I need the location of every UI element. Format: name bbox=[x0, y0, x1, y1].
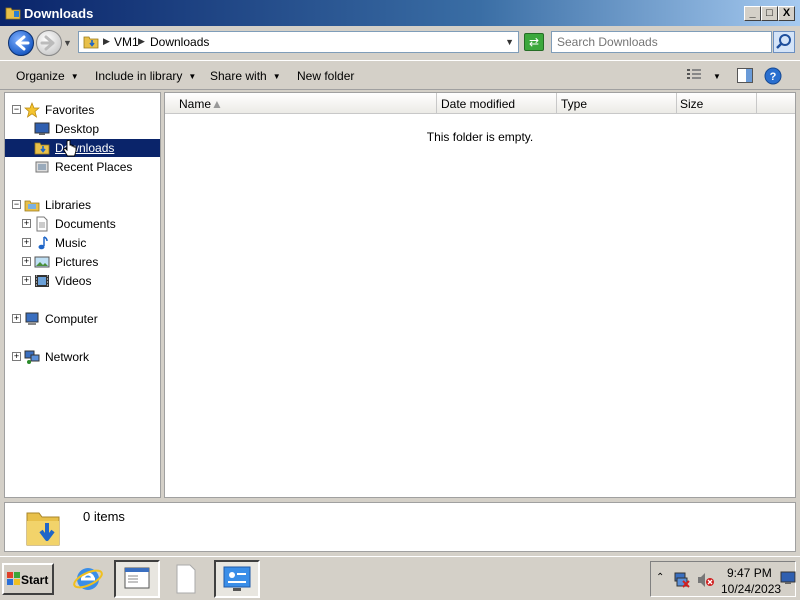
forward-arrow-icon bbox=[40, 35, 55, 51]
notepad-taskbar-button[interactable] bbox=[164, 560, 210, 598]
column-header-date-modified[interactable]: Date modified bbox=[437, 93, 557, 114]
maximize-button[interactable]: □ bbox=[761, 6, 778, 21]
documents-icon bbox=[36, 216, 48, 232]
empty-folder-message: This folder is empty. bbox=[426, 130, 534, 144]
expand-icon[interactable]: + bbox=[22, 257, 31, 266]
recent-places-icon bbox=[35, 161, 49, 173]
star-icon bbox=[24, 102, 40, 118]
include-in-library-button[interactable]: Include in library ▼ bbox=[95, 69, 196, 83]
view-options-dropdown-icon[interactable]: ▼ bbox=[713, 72, 721, 81]
clock-date[interactable]: 10/24/2023 bbox=[721, 582, 781, 596]
breadcrumb-separator-icon[interactable]: ▶ bbox=[103, 36, 110, 47]
change-view-icon[interactable] bbox=[686, 68, 702, 82]
address-row: ▼ ▶ VM1 ▶ Downloads ▼ ⇄ bbox=[0, 26, 800, 60]
volume-muted-icon[interactable] bbox=[697, 572, 715, 588]
sort-arrow-icon: ▲ bbox=[211, 97, 223, 111]
new-folder-button[interactable]: New folder bbox=[297, 69, 354, 83]
share-with-button[interactable]: Share with ▼ bbox=[210, 69, 281, 83]
desktop-icon bbox=[34, 122, 50, 135]
navigation-pane: − Favorites Desktop Downloads Recent Pla… bbox=[4, 92, 161, 498]
network-icon bbox=[24, 350, 40, 364]
system-tray: ⌃ 9:47 PM 10/24/2023 bbox=[650, 561, 796, 597]
tree-item-pictures[interactable]: + Pictures bbox=[5, 253, 160, 271]
videos-icon bbox=[35, 275, 49, 287]
internet-explorer-taskbar-button[interactable] bbox=[66, 560, 112, 598]
downloads-folder-icon bbox=[83, 36, 99, 49]
tree-item-desktop[interactable]: Desktop bbox=[5, 120, 160, 138]
recent-pages-dropdown-icon[interactable]: ▼ bbox=[63, 38, 72, 48]
hand-cursor-icon bbox=[62, 140, 77, 157]
svg-text:?: ? bbox=[770, 71, 777, 83]
windows-logo-icon bbox=[7, 572, 20, 585]
taskbar: Start ⌃ 9:47 PM 10/24/2023 bbox=[0, 556, 800, 600]
blank-document-icon bbox=[176, 564, 196, 594]
show-desktop-icon[interactable] bbox=[780, 571, 796, 585]
column-header-size[interactable]: Size bbox=[677, 93, 757, 114]
search-input[interactable] bbox=[557, 33, 767, 51]
expand-icon[interactable]: + bbox=[12, 314, 21, 323]
title-bar: Downloads _ □ X bbox=[0, 0, 800, 26]
address-history-dropdown-icon[interactable]: ▼ bbox=[505, 37, 514, 47]
search-icon bbox=[776, 34, 791, 49]
downloads-folder-icon bbox=[34, 142, 50, 155]
organize-button[interactable]: Organize ▼ bbox=[16, 69, 79, 83]
collapse-icon[interactable]: − bbox=[12, 105, 21, 114]
expand-icon[interactable]: + bbox=[22, 219, 31, 228]
file-list[interactable]: Name ▲ Date modified Type Size This fold… bbox=[164, 92, 796, 498]
control-panel-icon bbox=[223, 566, 251, 591]
back-button[interactable] bbox=[8, 30, 34, 56]
command-bar: Organize ▼ Include in library ▼ Share with… bbox=[0, 60, 800, 90]
preview-pane-icon[interactable] bbox=[737, 68, 753, 83]
close-button[interactable]: X bbox=[778, 6, 795, 21]
forward-button[interactable] bbox=[36, 30, 62, 56]
search-button[interactable] bbox=[773, 31, 795, 53]
control-panel-taskbar-button[interactable] bbox=[214, 560, 260, 598]
help-icon[interactable]: ? bbox=[764, 67, 782, 85]
breadcrumb-vm1[interactable]: VM1 bbox=[114, 35, 139, 49]
window-title: Downloads bbox=[24, 6, 94, 21]
details-pane: 0 items bbox=[4, 502, 796, 552]
address-bar[interactable]: ▶ VM1 ▶ Downloads ▼ bbox=[78, 31, 519, 53]
explorer-window-icon bbox=[124, 567, 150, 589]
collapse-icon[interactable]: − bbox=[12, 200, 21, 209]
tree-item-recent-places[interactable]: Recent Places bbox=[5, 158, 160, 176]
pictures-icon bbox=[34, 256, 50, 268]
explorer-taskbar-button[interactable] bbox=[114, 560, 160, 598]
libraries-icon bbox=[24, 200, 40, 212]
tree-item-favorites[interactable]: − Favorites bbox=[5, 101, 160, 119]
show-hidden-icons-icon[interactable]: ⌃ bbox=[656, 572, 664, 583]
tree-item-documents[interactable]: + Documents bbox=[5, 215, 160, 233]
tree-item-music[interactable]: + Music bbox=[5, 234, 160, 252]
internet-explorer-icon bbox=[73, 568, 103, 590]
folder-icon bbox=[5, 7, 21, 20]
network-disconnected-icon[interactable] bbox=[673, 572, 691, 588]
expand-icon[interactable]: + bbox=[22, 276, 31, 285]
search-box[interactable] bbox=[551, 31, 772, 53]
computer-icon bbox=[25, 312, 39, 325]
tree-item-libraries[interactable]: − Libraries bbox=[5, 196, 160, 214]
breadcrumb-downloads[interactable]: Downloads bbox=[150, 35, 209, 49]
refresh-button[interactable]: ⇄ bbox=[524, 33, 544, 51]
expand-icon[interactable]: + bbox=[22, 238, 31, 247]
clock-time[interactable]: 9:47 PM bbox=[727, 566, 772, 580]
back-arrow-icon bbox=[15, 35, 30, 51]
music-icon bbox=[38, 236, 48, 250]
start-button[interactable]: Start bbox=[2, 563, 54, 595]
expand-icon[interactable]: + bbox=[12, 352, 21, 361]
item-count: 0 items bbox=[83, 509, 125, 524]
tree-item-computer[interactable]: + Computer bbox=[5, 310, 160, 328]
column-header-filler bbox=[757, 93, 795, 114]
tree-item-network[interactable]: + Network bbox=[5, 348, 160, 366]
tree-item-downloads[interactable]: Downloads bbox=[5, 139, 160, 157]
tree-item-videos[interactable]: + Videos bbox=[5, 272, 160, 290]
minimize-button[interactable]: _ bbox=[744, 6, 761, 21]
column-header-name[interactable]: Name ▲ bbox=[165, 93, 437, 114]
refresh-icon: ⇄ bbox=[528, 35, 540, 49]
downloads-folder-large-icon bbox=[26, 512, 60, 546]
column-header-type[interactable]: Type bbox=[557, 93, 677, 114]
breadcrumb-separator-icon[interactable]: ▶ bbox=[138, 36, 145, 47]
